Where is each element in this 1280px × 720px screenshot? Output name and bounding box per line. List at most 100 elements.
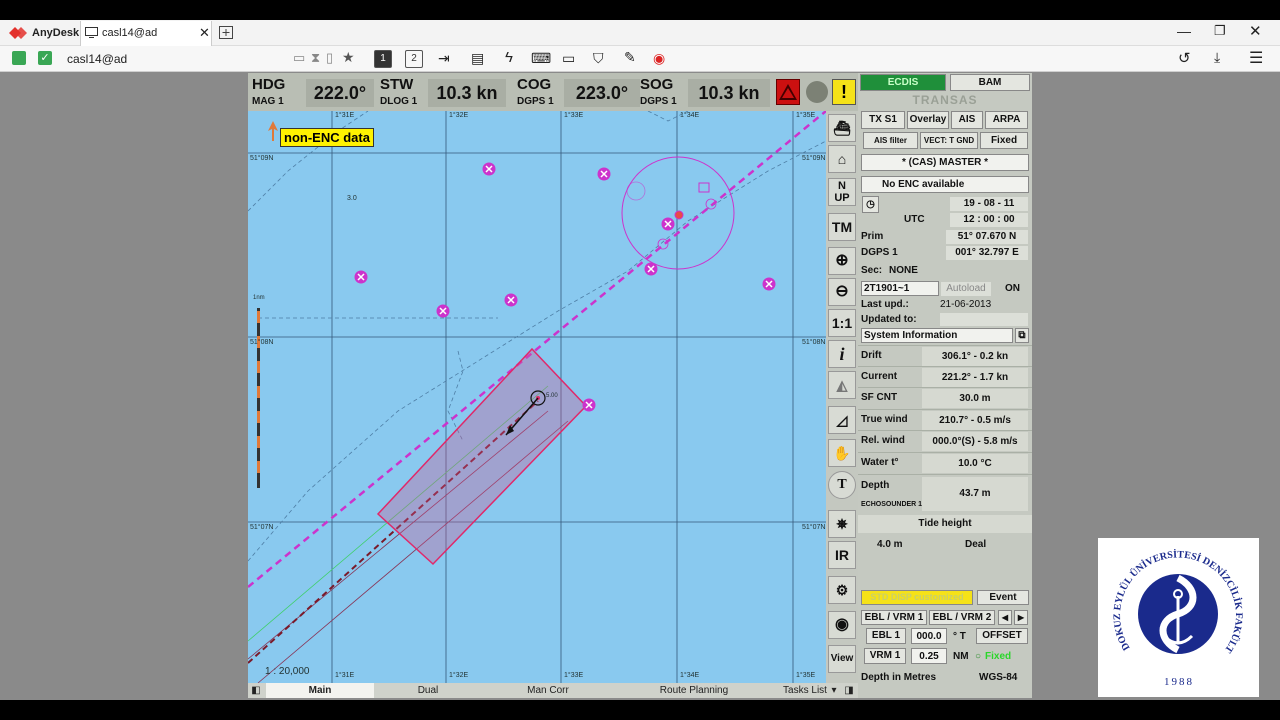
chart-id-dropdown[interactable]: 2T1901~1 [861, 281, 939, 296]
arpa-dropdown[interactable]: ARPA [985, 111, 1028, 129]
true-motion-button[interactable]: TM [828, 213, 856, 241]
ir-button[interactable]: IR [828, 541, 856, 569]
next-arrow-icon[interactable]: ▶ [1014, 610, 1028, 625]
shield-icon[interactable]: ⛉ [593, 50, 604, 67]
overlay-button[interactable]: Overlay [907, 111, 949, 129]
close-tab-icon[interactable]: ✕ [199, 25, 210, 41]
std-disp-button[interactable]: STD DISP customized [861, 590, 973, 605]
ais-target-icon[interactable] [354, 270, 368, 289]
tab-man-corr[interactable]: Man Corr [482, 683, 614, 698]
menu-icon[interactable]: ☰ [1249, 48, 1263, 68]
panel-toggle-icon[interactable]: ◧ [248, 683, 264, 698]
ais-target-icon[interactable] [762, 277, 776, 296]
ais-button[interactable]: AIS [951, 111, 983, 129]
ais-target-icon[interactable] [644, 262, 658, 281]
north-up-button[interactable]: N UP [828, 178, 856, 206]
clock-icon[interactable]: ◷ [862, 196, 879, 213]
ais-target-icon[interactable] [482, 162, 496, 181]
vector-mode-button[interactable]: VECT: T GND [920, 132, 978, 149]
radio-icon[interactable]: ○ [975, 651, 981, 662]
zoom-in-icon[interactable]: ⊕ [828, 247, 856, 275]
autoload-button[interactable]: Autoload [941, 282, 991, 296]
sec-label: Sec: [861, 265, 883, 276]
lat-label: 51°09N [250, 155, 274, 162]
display-icon[interactable]: ▭ [562, 50, 575, 67]
tx-s1-dropdown[interactable]: TX S1 [861, 111, 905, 129]
tab-tasks-list[interactable]: Tasks List [774, 683, 836, 698]
scale-bar-tick [257, 386, 260, 398]
ais-target-icon[interactable] [436, 304, 450, 323]
star-icon[interactable]: ★ [342, 49, 355, 66]
cas-master-dropdown[interactable]: * (CAS) MASTER * [861, 154, 1029, 171]
vrm1-button[interactable]: VRM 1 [864, 648, 906, 664]
ebl-vrm1-tab[interactable]: EBL / VRM 1 [861, 610, 927, 625]
trash-icon[interactable]: ▯ [326, 50, 333, 66]
system-info-dropdown[interactable]: System Information [861, 328, 1013, 343]
scale-1-1-button[interactable]: 1:1 [828, 309, 856, 337]
ais-target-icon[interactable] [661, 217, 675, 236]
ais-target-icon[interactable] [597, 167, 611, 186]
alarm-button[interactable] [776, 79, 800, 105]
gears-icon[interactable]: ⚙ [828, 576, 856, 604]
view-button[interactable]: View [828, 645, 856, 673]
layers-icon[interactable]: ⌂ [828, 145, 856, 173]
address-field[interactable]: casl14@ad [67, 52, 127, 66]
transfer-icon[interactable]: ⇥ [438, 50, 450, 67]
info-button[interactable]: i [828, 340, 856, 368]
dgps-value: 001° 32.797 E [946, 246, 1028, 260]
restore-icon[interactable]: ❐ [1214, 23, 1226, 39]
ebl1-button[interactable]: EBL 1 [866, 628, 906, 644]
chat-bubble-icon[interactable]: ▤ [471, 50, 484, 67]
record-icon[interactable]: ◉ [653, 50, 665, 67]
stw-value: 10.3 kn [428, 79, 506, 107]
tab-main[interactable]: Main [266, 683, 374, 698]
lon-label: 1°35E [796, 112, 816, 119]
date-value: 19 - 08 - 11 [950, 197, 1028, 211]
hand-icon[interactable]: ✋ [828, 439, 856, 467]
warning-button[interactable]: ! [832, 79, 856, 105]
target-icon[interactable]: ◉ [828, 611, 856, 639]
chat-icon[interactable]: ▭ [293, 50, 305, 66]
offset-button[interactable]: OFFSET [976, 628, 1028, 644]
tab-route-planning[interactable]: Route Planning [614, 683, 774, 698]
scale-bar-tick [257, 436, 260, 448]
pen-icon[interactable]: ✎ [624, 49, 636, 66]
keyboard-icon[interactable]: ⌨ [531, 50, 551, 67]
prev-arrow-icon[interactable]: ◀ [998, 610, 1012, 625]
ais-filter-button[interactable]: AIS filter [863, 132, 918, 149]
monitor-1-button[interactable]: 1 [374, 50, 392, 68]
vrm1-input[interactable]: 0.25 [911, 648, 947, 664]
dgps-label: DGPS 1 [861, 247, 898, 258]
ebl1-input[interactable]: 000.0 [911, 628, 947, 644]
ecdis-button[interactable]: ECDIS [860, 74, 946, 91]
no-enc-dropdown[interactable]: No ENC available [861, 176, 1029, 193]
sun-icon[interactable]: ✵ [828, 510, 856, 538]
panel-toggle-right-icon[interactable]: ◨ [842, 683, 856, 698]
window-close-icon[interactable]: ✕ [1249, 22, 1262, 40]
row-value: 10.0 °C [922, 454, 1028, 473]
lightning-icon[interactable]: ϟ [505, 49, 513, 66]
download-icon[interactable]: ⤓ [1214, 49, 1220, 66]
ebl-vrm2-tab[interactable]: EBL / VRM 2 [929, 610, 995, 625]
chart-area[interactable]: non-ENC data 1°31E 1°32E 1°33E 1°34E 1°3… [248, 111, 826, 683]
event-button[interactable]: Event [977, 590, 1029, 605]
monitor-2-button[interactable]: 2 [405, 50, 423, 68]
fixed-dropdown[interactable]: Fixed [980, 132, 1028, 149]
tide-button[interactable]: T [828, 471, 856, 499]
chart-layer-icon[interactable]: ◭ [828, 371, 856, 399]
tab-dual[interactable]: Dual [374, 683, 482, 698]
sog-source: DGPS 1 [640, 96, 677, 107]
drawing-icon[interactable]: ◿ [828, 406, 856, 434]
tasks-dropdown-icon[interactable]: ▾ [828, 683, 840, 698]
history-icon[interactable]: ↺ [1178, 49, 1191, 67]
new-tab-icon[interactable] [219, 26, 233, 39]
bam-button[interactable]: BAM [950, 74, 1030, 91]
window-toggle-icon[interactable]: ⧉ [1015, 328, 1029, 343]
ship-icon[interactable]: ⛴ [828, 114, 856, 142]
session-tab[interactable]: casl14@ad ✕ [80, 21, 212, 46]
ais-target-icon[interactable] [582, 398, 596, 417]
minimize-icon[interactable]: — [1177, 23, 1191, 39]
ais-target-icon[interactable] [504, 293, 518, 312]
zoom-out-icon[interactable]: ⊖ [828, 278, 856, 306]
nav-header: HDG MAG 1 222.0° STW DLOG 1 10.3 kn COG … [248, 73, 858, 111]
